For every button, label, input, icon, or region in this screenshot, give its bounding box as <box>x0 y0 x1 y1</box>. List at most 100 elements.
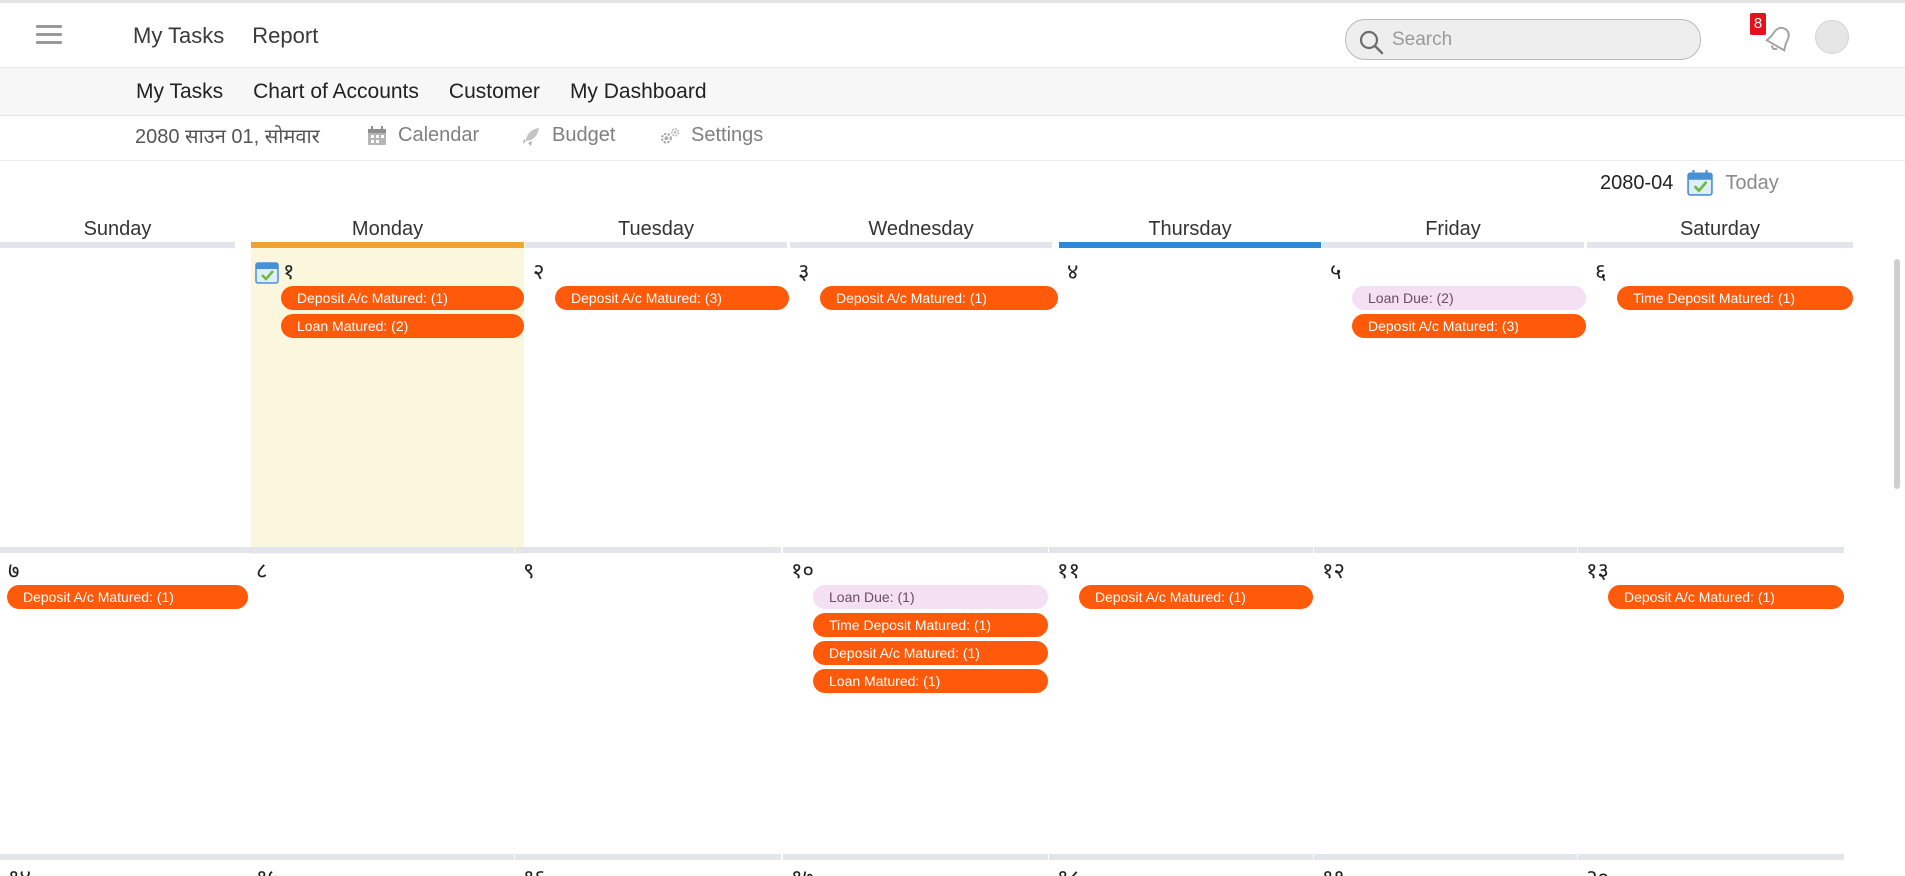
day-number: १५ <box>256 862 279 876</box>
calendar-event[interactable]: Loan Due: (2) <box>1352 286 1586 310</box>
day-cell-wednesday[interactable]: १७ <box>783 854 1048 876</box>
calendar-event[interactable]: Deposit A/c Matured: (1) <box>281 286 524 310</box>
notifications-button[interactable]: 8 <box>1750 13 1796 59</box>
day-cell-thursday[interactable]: १८ <box>1049 854 1313 876</box>
day-number: १० <box>791 559 814 584</box>
today-label: Today <box>1725 171 1779 194</box>
calendar-event[interactable]: Time Deposit Matured: (1) <box>1617 286 1853 310</box>
search-box[interactable] <box>1345 19 1701 60</box>
day-number: १२ <box>1322 559 1345 584</box>
day-number: १३ <box>1586 559 1609 584</box>
weekday-label: Thursday <box>1148 218 1232 240</box>
day-number: ८ <box>256 559 268 584</box>
weekday-label: Friday <box>1425 218 1481 240</box>
week-separator <box>0 854 248 860</box>
calendar-event[interactable]: Deposit A/c Matured: (3) <box>555 286 789 310</box>
day-cell-monday[interactable]: ८ <box>248 547 514 853</box>
notification-badge: 8 <box>1750 13 1766 35</box>
week-separator <box>248 854 514 860</box>
week-separator <box>248 547 514 553</box>
day-number: १८ <box>1057 862 1080 876</box>
weekday-header-friday: Friday <box>1322 214 1584 248</box>
day-cell-friday[interactable]: ५ Loan Due: (2) Deposit A/c Matured: (3) <box>1322 248 1586 554</box>
hamburger-icon[interactable] <box>36 25 62 45</box>
day-number: २ <box>533 260 545 285</box>
top-nav-report[interactable]: Report <box>252 23 318 49</box>
day-cell-monday[interactable]: १५ <box>248 854 514 876</box>
day-number: ६ <box>1595 260 1607 285</box>
event-list: Deposit A/c Matured: (1) <box>7 585 248 613</box>
weekday-header-tuesday: Tuesday <box>525 214 787 248</box>
calendar-event[interactable]: Loan Matured: (1) <box>813 669 1048 693</box>
today-marker-icon <box>255 262 279 284</box>
user-avatar[interactable] <box>1815 20 1849 54</box>
day-cell-sunday[interactable]: १४ <box>0 854 248 876</box>
weekday-header-thursday: Thursday <box>1059 214 1321 248</box>
week-separator <box>515 854 781 860</box>
calendar-event[interactable]: Deposit A/c Matured: (1) <box>1608 585 1844 609</box>
day-cell-monday[interactable]: १ Deposit A/c Matured: (1) Loan Matured: (… <box>251 248 524 554</box>
top-header: My Tasks Report 8 <box>0 0 1905 68</box>
calendar-event[interactable]: Deposit A/c Matured: (1) <box>1079 585 1313 609</box>
calendar-event[interactable]: Time Deposit Matured: (1) <box>813 613 1048 637</box>
week-separator <box>1049 854 1313 860</box>
day-number: १९ <box>1322 862 1345 876</box>
gears-icon <box>660 127 680 144</box>
calendar-label: Calendar <box>398 124 480 146</box>
day-cell-tuesday[interactable]: ९ <box>515 547 781 853</box>
day-cell-thursday[interactable]: ४ <box>1059 248 1321 554</box>
calendar-event[interactable]: Deposit A/c Matured: (1) <box>813 641 1048 665</box>
scrollbar[interactable] <box>1894 259 1900 489</box>
current-date: 2080 साउन 01, सोमवार <box>135 126 320 148</box>
day-cell-sunday[interactable] <box>0 248 250 554</box>
day-cell-wednesday[interactable]: ३ Deposit A/c Matured: (1) <box>790 248 1058 554</box>
subnav-my-tasks[interactable]: My Tasks <box>136 80 223 104</box>
day-cell-friday[interactable]: १९ <box>1314 854 1577 876</box>
weekday-label: Saturday <box>1679 218 1761 240</box>
subnav-my-dashboard[interactable]: My Dashboard <box>570 80 707 104</box>
today-button[interactable]: Today <box>1687 170 1779 196</box>
day-cell-friday[interactable]: १२ <box>1314 547 1577 853</box>
subnav-customer[interactable]: Customer <box>449 80 540 104</box>
calendar-event[interactable]: Loan Due: (1) <box>813 585 1048 609</box>
weekday-header-sunday: Sunday <box>0 214 235 248</box>
day-cell-saturday[interactable]: १३ Deposit A/c Matured: (1) <box>1578 547 1844 853</box>
weekday-header-monday: Monday <box>251 214 524 248</box>
calendar-button[interactable]: Calendar <box>366 124 479 147</box>
day-number: ९ <box>523 559 535 584</box>
search-input[interactable] <box>1392 28 1682 52</box>
calendar-event[interactable]: Deposit A/c Matured: (3) <box>1352 314 1586 338</box>
event-list: Time Deposit Matured: (1) <box>1617 286 1853 314</box>
calendar-grid: Sunday Monday Tuesday Wednesday Thursday… <box>0 214 1905 876</box>
day-cell-tuesday[interactable]: १६ <box>515 854 781 876</box>
day-cell-saturday[interactable]: ६ Time Deposit Matured: (1) <box>1587 248 1853 554</box>
week-separator <box>1049 547 1313 553</box>
week-separator <box>1578 547 1844 553</box>
budget-button[interactable]: Budget <box>520 124 615 147</box>
top-nav-my-tasks[interactable]: My Tasks <box>133 23 224 49</box>
calendar-toolbar: 2080 साउन 01, सोमवार Calendar Budget Set… <box>0 116 1905 161</box>
day-cell-thursday[interactable]: ११ Deposit A/c Matured: (1) <box>1049 547 1313 853</box>
subnav-chart-of-accounts[interactable]: Chart of Accounts <box>253 80 419 104</box>
settings-label: Settings <box>691 124 764 146</box>
event-list: Deposit A/c Matured: (1) Loan Matured: (2… <box>281 286 524 342</box>
budget-label: Budget <box>552 124 616 146</box>
calendar-event[interactable]: Loan Matured: (2) <box>281 314 524 338</box>
month-row: 2080-04 Today <box>1600 170 1779 196</box>
calendar-event[interactable]: Deposit A/c Matured: (1) <box>820 286 1058 310</box>
day-cell-saturday[interactable]: २० <box>1578 854 1844 876</box>
weekday-header-wednesday: Wednesday <box>790 214 1052 248</box>
day-cell-tuesday[interactable]: २ Deposit A/c Matured: (3) <box>525 248 789 554</box>
event-list: Deposit A/c Matured: (3) <box>555 286 789 314</box>
week-separator <box>1314 547 1577 553</box>
calendar-check-icon <box>1687 170 1714 196</box>
day-number: १४ <box>8 862 31 876</box>
day-number: ३ <box>798 260 810 285</box>
calendar-event[interactable]: Deposit A/c Matured: (1) <box>7 585 248 609</box>
day-cell-sunday[interactable]: ७ Deposit A/c Matured: (1) <box>0 547 248 853</box>
month-label: 2080-04 <box>1600 171 1674 194</box>
week-separator <box>515 547 781 553</box>
day-cell-wednesday[interactable]: १० Loan Due: (1) Time Deposit Matured: (1)… <box>783 547 1048 853</box>
day-number: १६ <box>523 862 546 876</box>
settings-button[interactable]: Settings <box>659 124 763 147</box>
